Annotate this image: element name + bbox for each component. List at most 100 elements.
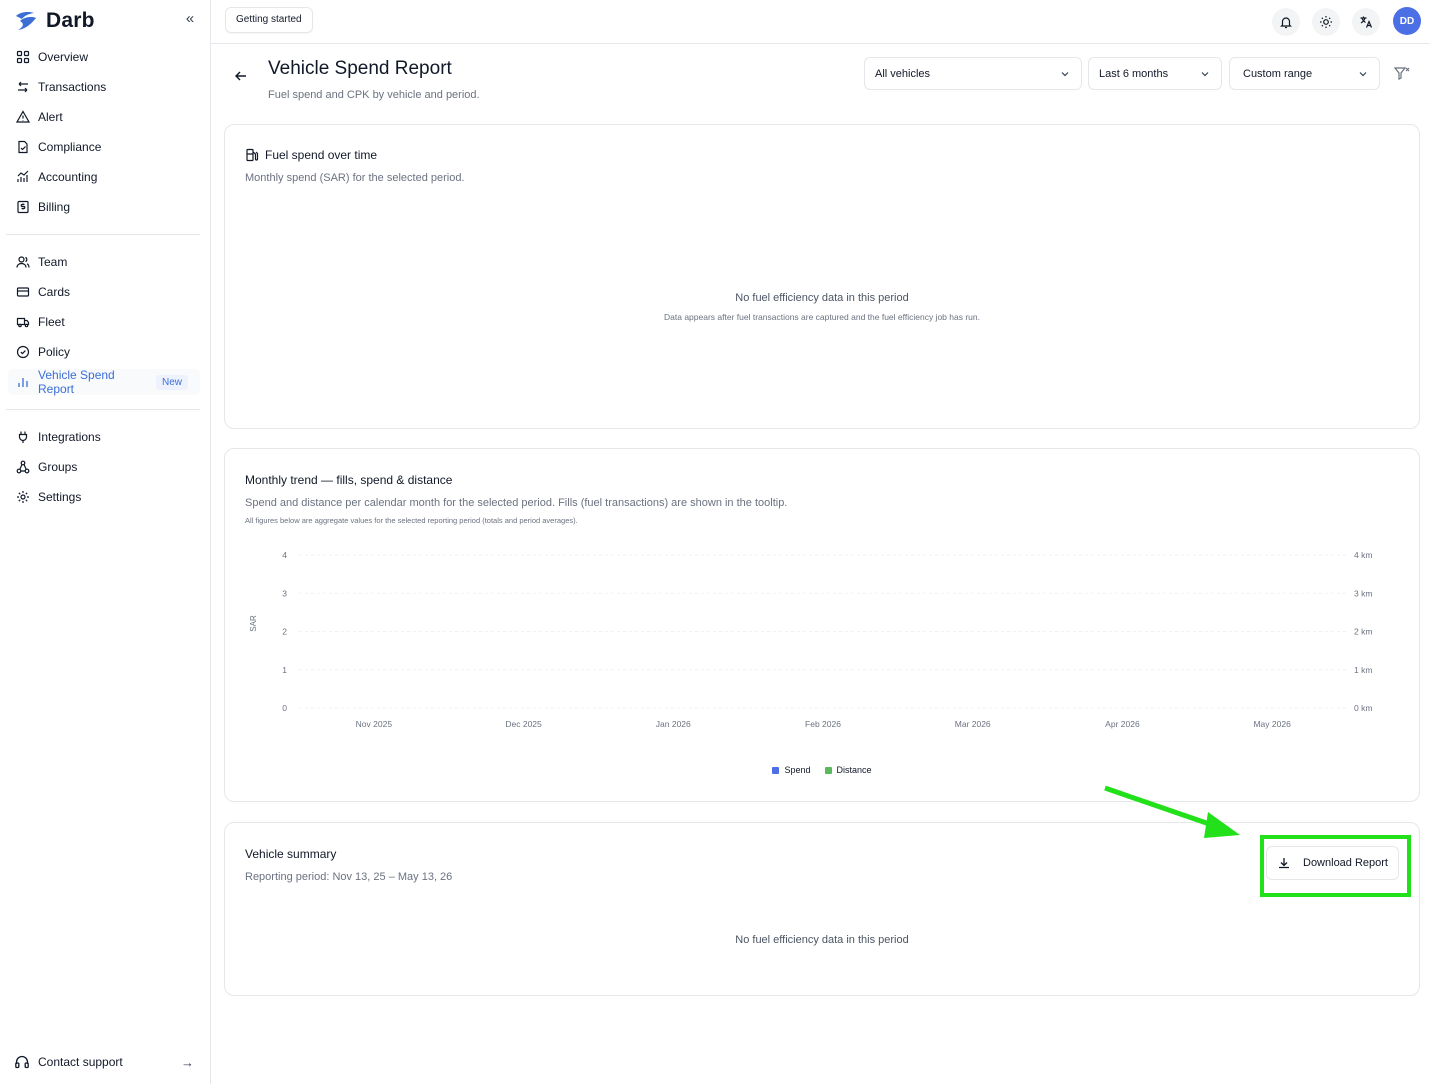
sidebar-item-label: Fleet: [38, 315, 65, 329]
contact-support-link[interactable]: Contact support →: [8, 1049, 200, 1075]
sidebar-item-transactions[interactable]: Transactions: [8, 74, 200, 100]
fuel-spend-card: Fuel spend over time Monthly spend (SAR)…: [224, 124, 1420, 429]
sidebar-item-groups[interactable]: Groups: [8, 454, 200, 480]
contact-support-label: Contact support: [38, 1055, 123, 1069]
getting-started-button[interactable]: Getting started: [225, 7, 313, 33]
file-check-icon: [18, 140, 28, 154]
x-tick-label: Jan 2026: [656, 719, 691, 729]
brand[interactable]: Darb: [14, 8, 95, 34]
range-select-value: Custom range: [1243, 67, 1313, 80]
arrows-swap-icon: [18, 81, 28, 93]
page-subtitle: Fuel spend and CPK by vehicle and period…: [268, 89, 480, 101]
collapse-sidebar-icon[interactable]: «: [182, 11, 198, 27]
gear-icon: [17, 491, 29, 503]
brand-name: Darb: [46, 9, 95, 32]
legend-swatch-distance: [824, 766, 832, 774]
new-badge: New: [155, 374, 188, 390]
fuel-spend-card-title: Fuel spend over time: [245, 148, 377, 162]
y2-tick-label: 3 km: [1354, 588, 1372, 598]
sidebar-item-label: Policy: [38, 345, 71, 359]
sidebar-item-overview[interactable]: Overview: [8, 44, 200, 70]
y2-tick-label: 4 km: [1354, 550, 1372, 560]
sidebar: Darb « Overview Transactions Alert Compl…: [0, 0, 211, 1084]
y2-tick-label: 0 km: [1354, 703, 1372, 713]
x-tick-label: May 2026: [1253, 719, 1291, 729]
period-select-value: Last 6 months: [1099, 67, 1169, 80]
notifications-button[interactable]: [1272, 8, 1300, 36]
sidebar-item-vehicle-spend-report[interactable]: Vehicle Spend Report New: [8, 368, 200, 396]
vehicle-summary-card: Vehicle summary Reporting period: Nov 13…: [224, 822, 1420, 996]
back-arrow-icon[interactable]: [233, 68, 249, 84]
monthly-trend-chart: 0 1 2 3 4 0 km 1 km 2 km 3 km 4 km Nov 2025 Dec 202…: [249, 550, 1372, 729]
sidebar-item-label: Groups: [38, 460, 78, 474]
sidebar-item-label: Accounting: [38, 170, 98, 184]
summary-empty-title: No fuel efficiency data in this period: [735, 934, 909, 946]
period-select[interactable]: Last 6 months: [1088, 57, 1222, 90]
y-tick-label: 2: [282, 627, 287, 637]
arrow-right-icon: →: [181, 1054, 194, 1070]
monthly-trend-card: Monthly trend — fills, spend & distance …: [224, 448, 1420, 802]
sidebar-item-team[interactable]: Team: [8, 249, 200, 275]
bell-icon: [1280, 17, 1292, 29]
sidebar-item-cards[interactable]: Cards: [8, 279, 200, 305]
y-tick-label: 3: [282, 588, 287, 598]
sidebar-divider: [6, 234, 200, 235]
y-axis-label: SAR: [249, 615, 258, 632]
sidebar-item-label: Team: [38, 255, 68, 269]
darb-logo-icon: [16, 12, 36, 30]
fuel-empty-title: No fuel efficiency data in this period: [735, 292, 909, 304]
sidebar-item-accounting[interactable]: Accounting: [8, 164, 200, 190]
chart-line-icon: [17, 170, 29, 182]
sidebar-item-label: Billing: [38, 200, 71, 214]
sidebar-item-label: Transactions: [38, 80, 107, 94]
annotation-highlight-box: [1260, 835, 1411, 897]
bar-chart-icon: [18, 378, 28, 387]
sidebar-item-label: Settings: [38, 490, 82, 504]
sidebar-item-settings[interactable]: Settings: [8, 484, 200, 510]
theme-toggle-button[interactable]: [1312, 8, 1340, 36]
credit-card-icon: [16, 287, 30, 297]
sidebar-item-alert[interactable]: Alert: [8, 104, 200, 130]
x-tick-label: Dec 2025: [505, 719, 542, 729]
y-tick-label: 1: [282, 665, 287, 675]
clear-filter-icon[interactable]: [1393, 65, 1411, 83]
user-avatar[interactable]: DD: [1393, 7, 1421, 35]
sidebar-divider: [6, 409, 200, 410]
sidebar-item-policy[interactable]: Policy: [8, 339, 200, 365]
users-icon: [16, 256, 30, 268]
annotation-arrow: [1104, 785, 1240, 838]
y2-tick-label: 1 km: [1354, 665, 1372, 675]
sidebar-item-label: Compliance: [38, 140, 102, 154]
vehicle-select-value: All vehicles: [875, 67, 931, 80]
y2-tick-label: 2 km: [1354, 627, 1372, 637]
x-tick-label: Mar 2026: [955, 719, 991, 729]
network-icon: [16, 460, 30, 474]
sun-icon: [1320, 16, 1332, 28]
chevron-down-icon: [1359, 72, 1367, 77]
sidebar-item-label: Integrations: [38, 430, 101, 444]
chart-legend: Spend Distance: [225, 765, 1419, 775]
legend-swatch-spend: [772, 766, 780, 774]
vehicle-select[interactable]: All vehicles: [864, 57, 1082, 90]
warning-triangle-icon: [16, 110, 30, 123]
legend-item-spend[interactable]: Spend: [772, 765, 811, 775]
y-tick-label: 4: [282, 550, 287, 560]
fuel-spend-description: Monthly spend (SAR) for the selected per…: [245, 172, 465, 184]
sidebar-item-fleet[interactable]: Fleet: [8, 309, 200, 335]
sidebar-item-label: Vehicle Spend Report: [38, 368, 115, 396]
fuel-empty-subtitle: Data appears after fuel transactions are…: [664, 312, 980, 322]
language-button[interactable]: [1352, 8, 1380, 36]
summary-card-title: Vehicle summary: [245, 847, 337, 861]
sidebar-item-billing[interactable]: Billing: [8, 194, 200, 220]
y-tick-label: 0: [282, 703, 287, 713]
range-select[interactable]: Custom range: [1229, 57, 1380, 90]
fuel-spend-title-text: Fuel spend over time: [265, 148, 378, 162]
sidebar-item-compliance[interactable]: Compliance: [8, 134, 200, 160]
sidebar-item-label: Overview: [38, 50, 89, 64]
legend-item-distance[interactable]: Distance: [824, 765, 872, 775]
legend-label-distance: Distance: [836, 765, 872, 775]
chevron-down-icon: [1201, 72, 1209, 77]
chevron-down-icon: [1061, 72, 1069, 77]
sidebar-item-integrations[interactable]: Integrations: [8, 424, 200, 450]
x-tick-label: Feb 2026: [805, 719, 841, 729]
